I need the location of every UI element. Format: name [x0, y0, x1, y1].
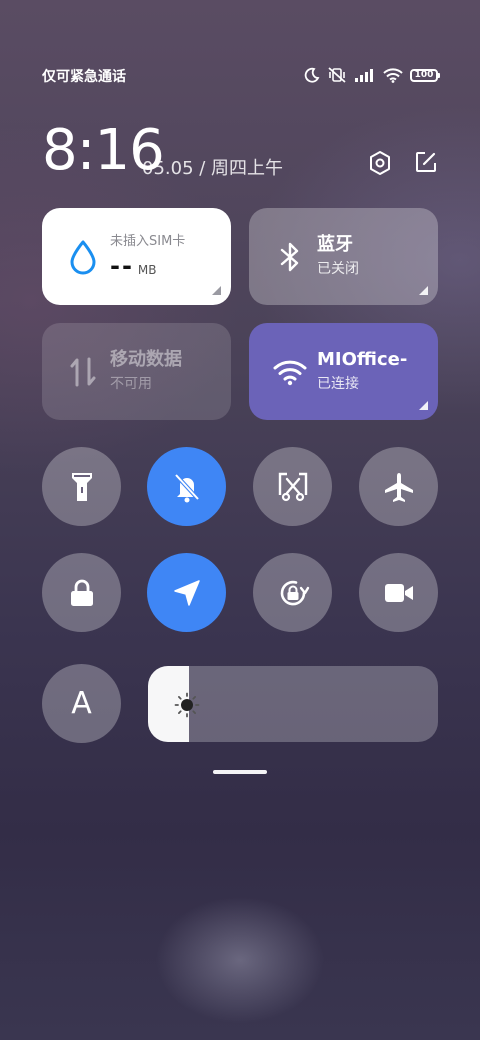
mobile-data-tile[interactable]: 移动数据 不可用: [42, 323, 231, 420]
data-arrows-icon: [66, 353, 100, 391]
mute-bell-icon: [174, 473, 199, 502]
auto-brightness-toggle[interactable]: A: [42, 664, 121, 743]
settings-hex-icon[interactable]: [368, 150, 392, 176]
wifi-status: 已连接: [317, 376, 359, 392]
airplane-mode-toggle[interactable]: [359, 447, 438, 526]
screenshot-icon: [278, 472, 307, 501]
mobile-data-title: 移动数据: [110, 349, 182, 370]
rotation-lock-icon: [280, 580, 309, 605]
mobile-data-status: 不可用: [110, 376, 152, 392]
signal-icon: [355, 69, 373, 82]
clock-actions: [368, 150, 438, 176]
screenshot-toggle[interactable]: [253, 447, 332, 526]
expand-corner-icon: [419, 286, 428, 295]
bluetooth-tile[interactable]: 蓝牙 已关闭: [249, 208, 438, 305]
status-icons: 100: [304, 64, 440, 86]
flashlight-icon: [71, 472, 92, 501]
home-indicator[interactable]: [213, 770, 267, 774]
expand-corner-icon: [212, 286, 221, 295]
rotation-lock-toggle[interactable]: [253, 553, 332, 632]
bluetooth-status: 已关闭: [317, 261, 359, 277]
wifi-tile-text: MIOffice- 已连接: [317, 347, 435, 395]
battery-indicator: 100: [410, 68, 440, 82]
airplane-icon: [384, 472, 413, 502]
lock-screen-toggle[interactable]: [42, 553, 121, 632]
auto-brightness-label: A: [71, 686, 92, 721]
clock-row: 8:16 05.05 / 周四上午: [42, 118, 438, 188]
bluetooth-icon: [273, 238, 307, 276]
expand-corner-icon: [419, 401, 428, 410]
wifi-icon: [273, 353, 307, 391]
video-camera-icon: [384, 583, 413, 602]
mute-toggle[interactable]: [147, 447, 226, 526]
mobile-data-tile-text: 移动数据 不可用: [110, 347, 228, 395]
water-drop-icon: [66, 238, 100, 276]
data-usage-value: --: [110, 252, 134, 280]
location-toggle[interactable]: [147, 553, 226, 632]
data-tile-text: 未插入SIM卡 -- MB: [110, 232, 228, 284]
mobile-data-usage-tile[interactable]: 未插入SIM卡 -- MB: [42, 208, 231, 305]
lock-icon: [70, 579, 93, 606]
clock-date: 05.05 / 周四上午: [142, 158, 284, 179]
data-usage-unit: MB: [137, 263, 157, 277]
bluetooth-title: 蓝牙: [317, 234, 353, 255]
wifi-status-icon: [383, 67, 403, 83]
data-tile-label: 未插入SIM卡: [110, 234, 186, 249]
carrier-text: 仅可紧急通话: [42, 69, 126, 85]
data-tile-value: -- MB: [110, 252, 228, 284]
screen-record-toggle[interactable]: [359, 553, 438, 632]
flashlight-toggle[interactable]: [42, 447, 121, 526]
do-not-disturb-moon-icon: [304, 67, 320, 83]
vibrate-mute-icon: [328, 67, 346, 83]
wifi-tile[interactable]: MIOffice- 已连接: [249, 323, 438, 420]
location-icon: [173, 579, 200, 606]
bluetooth-tile-text: 蓝牙 已关闭: [317, 232, 435, 280]
edit-icon[interactable]: [414, 150, 438, 174]
brightness-sun-icon: [174, 692, 200, 718]
brightness-slider[interactable]: [148, 666, 438, 742]
wifi-network-name: MIOffice-: [317, 349, 408, 370]
